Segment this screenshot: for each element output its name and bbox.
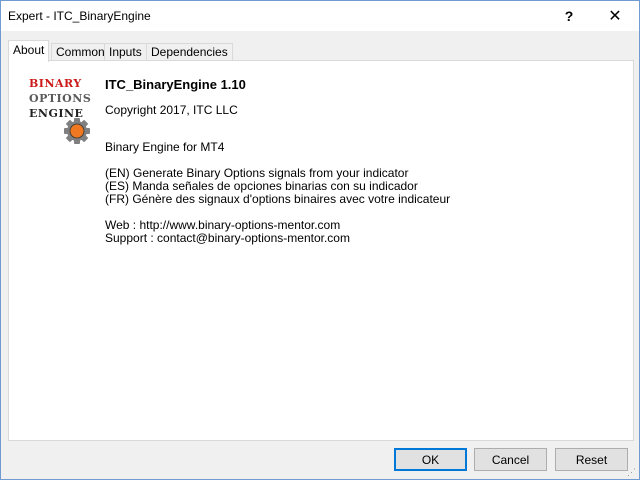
- close-button[interactable]: ✕: [592, 1, 638, 31]
- description-fr: (FR) Génère des signaux d'options binair…: [105, 192, 451, 206]
- logo-line-options: OPTIONS: [29, 92, 92, 105]
- web-link: Web : http://www.binary-options-mentor.c…: [105, 218, 341, 232]
- support-email: Support : contact@binary-options-mentor.…: [105, 231, 350, 245]
- copyright-text: Copyright 2017, ITC LLC: [105, 103, 238, 117]
- tab-dependencies[interactable]: Dependencies: [146, 43, 233, 61]
- binary-engine-logo: BINARY OPTIONS ENGINE: [29, 77, 101, 147]
- description-text: Binary Engine for MT4: [105, 140, 225, 154]
- description-es: (ES) Manda señales de opciones binarias …: [105, 179, 418, 193]
- tab-about[interactable]: About: [8, 40, 50, 62]
- ok-button[interactable]: OK: [394, 448, 467, 471]
- resize-grip-icon[interactable]: ⋰: [627, 467, 637, 477]
- window-title: Expert - ITC_BinaryEngine: [8, 9, 151, 23]
- tab-inputs[interactable]: Inputs: [104, 43, 147, 61]
- description-en: (EN) Generate Binary Options signals fro…: [105, 166, 409, 180]
- tab-common[interactable]: Common: [51, 43, 110, 61]
- expert-name: ITC_BinaryEngine 1.10: [105, 77, 246, 92]
- help-button[interactable]: ?: [546, 1, 592, 31]
- title-bar[interactable]: Expert - ITC_BinaryEngine ? ✕: [1, 1, 639, 31]
- about-panel: BINARY OPTIONS ENGINE ITC_BinaryEngine 1…: [8, 60, 634, 441]
- gear-icon: [64, 118, 90, 144]
- logo-line-binary: BINARY: [29, 77, 82, 90]
- cancel-button[interactable]: Cancel: [474, 448, 547, 471]
- reset-button[interactable]: Reset: [555, 448, 628, 471]
- expert-dialog: Expert - ITC_BinaryEngine ? ✕ About Comm…: [0, 0, 640, 480]
